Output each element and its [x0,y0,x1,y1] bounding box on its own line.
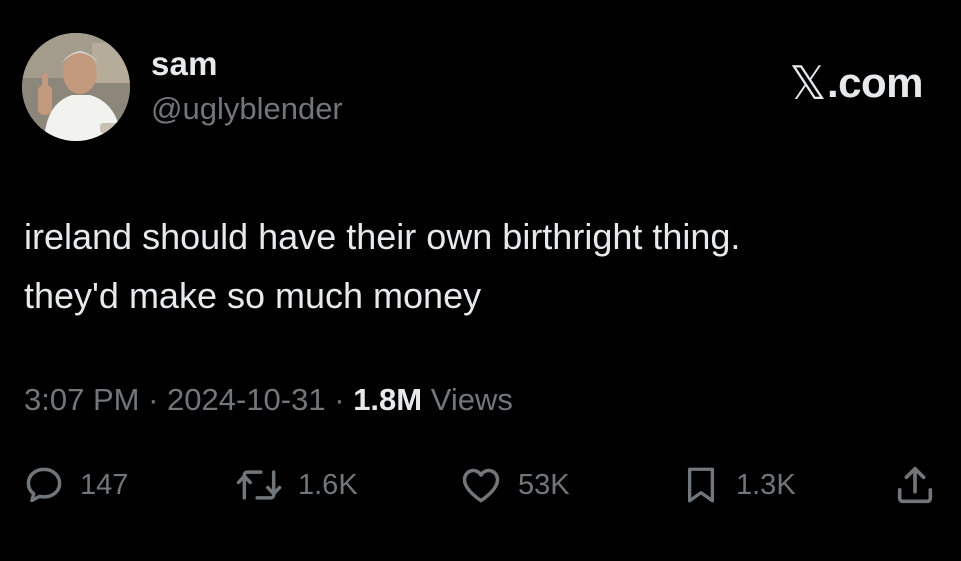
avatar[interactable] [22,33,130,141]
like-button[interactable]: 53K [458,462,570,508]
tweet-date[interactable]: 2024-10-31 [167,382,326,417]
tweet-metadata: 3:07 PM · 2024-10-31 · 1.8M Views [24,382,513,418]
repost-button[interactable]: 1.6K [234,462,358,508]
display-name[interactable]: sam [151,45,218,83]
views-label: Views [430,382,513,417]
repost-count: 1.6K [298,468,358,501]
user-handle[interactable]: @uglyblender [151,91,343,127]
brand-text: .com [826,59,924,106]
reply-button[interactable]: 147 [22,462,128,508]
x-logo-icon: 𝕏 [789,56,826,110]
tweet-text: ireland should have their own birthright… [24,207,924,325]
avatar-photo [22,33,130,141]
bookmark-icon [687,467,715,503]
share-icon [897,466,933,504]
tweet-time[interactable]: 3:07 PM [24,382,139,417]
reply-icon [26,467,62,503]
repost-icon [236,470,282,500]
tweet-line: ireland should have their own birthright… [24,216,741,257]
meta-separator: · [148,382,159,417]
views-count: 1.8M [353,382,423,417]
bookmark-count: 1.3K [736,468,796,501]
bookmark-button[interactable]: 1.3K [680,462,796,508]
reply-count: 147 [80,468,129,501]
meta-separator: · [334,382,345,417]
share-button[interactable] [892,462,938,508]
brand-watermark: 𝕏 .com [789,56,923,110]
like-count: 53K [518,468,570,501]
heart-icon [462,468,500,503]
tweet-line: they'd make so much money [24,275,482,316]
